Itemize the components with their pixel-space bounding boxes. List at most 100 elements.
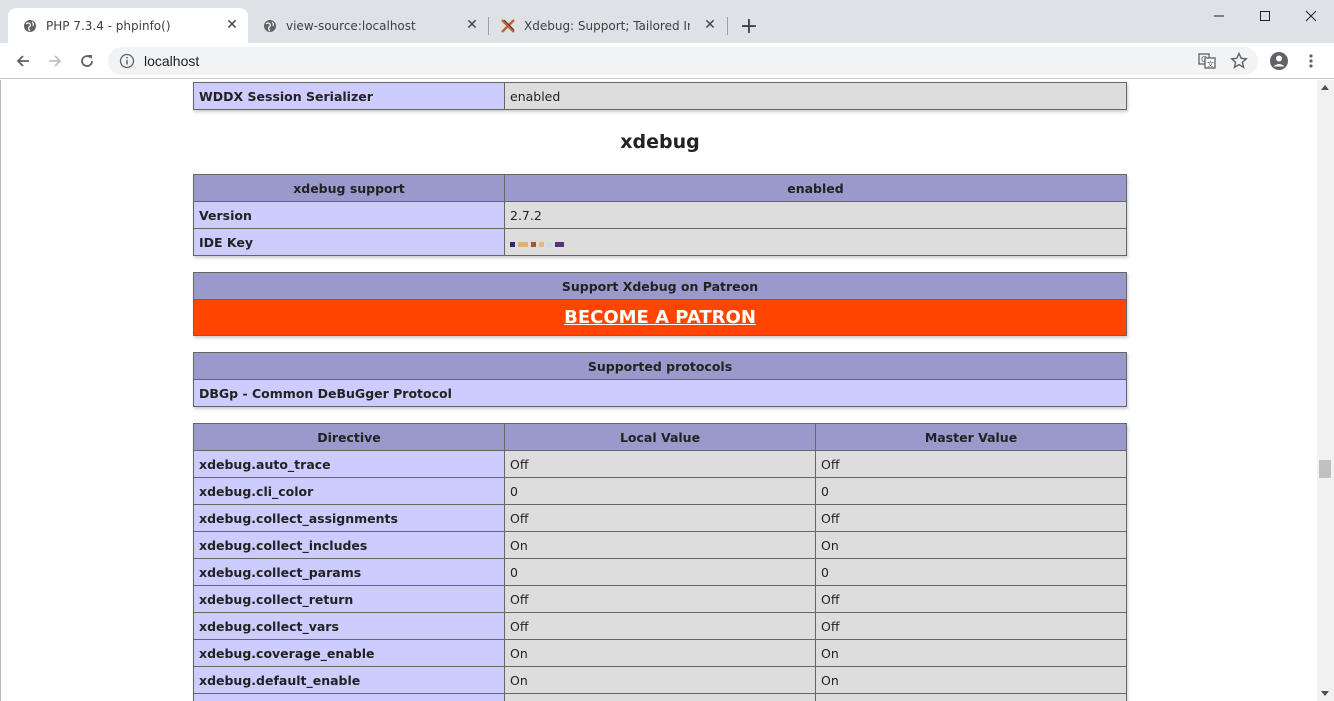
ide-key-block: [547, 241, 552, 247]
close-icon[interactable]: ✕: [224, 17, 240, 33]
tab-title: PHP 7.3.4 - phpinfo(): [46, 18, 171, 33]
table-row: BECOME A PATRON: [193, 299, 1127, 336]
column-header: Directive: [193, 423, 505, 451]
protocols-table: Supported protocols DBGp - Common DeBuGg…: [193, 352, 1127, 407]
master-value: 0: [815, 477, 1127, 505]
ide-key-block: [539, 241, 544, 247]
tab-title: Xdebug: Support; Tailored Installa: [524, 18, 690, 33]
tab-view-source[interactable]: view-source:localhost ✕: [248, 8, 488, 43]
table-row: WDDX Session Serializer enabled: [193, 82, 1127, 110]
address-bar[interactable]: localhost: [108, 47, 1258, 75]
section-heading-xdebug: xdebug: [620, 131, 700, 153]
directive-value: enabled: [504, 82, 1127, 110]
table-row: xdebug.collect_return Off Off: [193, 585, 1127, 613]
local-value: On: [504, 531, 816, 559]
table-row: xdebug.auto_trace Off Off: [193, 450, 1127, 478]
xdebug-support-wrap: xdebug support enabled Version 2.7.2 IDE…: [193, 174, 1127, 256]
column-header: xdebug support: [193, 174, 505, 202]
patreon-header: Support Xdebug on Patreon: [193, 272, 1127, 300]
maximize-icon[interactable]: [1242, 0, 1288, 32]
master-value: [815, 693, 1127, 701]
info-icon[interactable]: [118, 52, 136, 70]
tab-strip: PHP 7.3.4 - phpinfo() ✕ view-source:loca…: [0, 0, 1334, 43]
globe-icon: [262, 18, 278, 34]
protocols-wrap: Supported protocols DBGp - Common DeBuGg…: [193, 352, 1127, 407]
bookmark-star-icon[interactable]: [1226, 48, 1252, 74]
forward-icon[interactable]: [42, 48, 68, 74]
scroll-up-arrow-icon[interactable]: [1321, 85, 1329, 90]
vertical-scrollbar[interactable]: [1317, 80, 1334, 701]
become-patron-link[interactable]: BECOME A PATRON: [564, 307, 756, 328]
directives-wrap: Directive Local Value Master Value xdebu…: [193, 423, 1127, 701]
tab-phpinfo[interactable]: PHP 7.3.4 - phpinfo() ✕: [8, 8, 248, 43]
tab-title: view-source:localhost: [286, 18, 416, 33]
master-value: Off: [815, 504, 1127, 532]
master-value: On: [815, 666, 1127, 694]
directive-name: [193, 693, 505, 701]
directive-name: xdebug.collect_vars: [193, 612, 505, 640]
directive-name: xdebug.collect_params: [193, 558, 505, 586]
local-value: 0: [504, 558, 816, 586]
protocol-name: DBGp - Common DeBuGger Protocol: [193, 379, 1127, 407]
table-row: IDE Key: [193, 228, 1127, 256]
table-row: xdebug.collect_params 0 0: [193, 558, 1127, 586]
table-row: DBGp - Common DeBuGger Protocol: [193, 379, 1127, 407]
directive-name: xdebug.coverage_enable: [193, 639, 505, 667]
local-value: Off: [504, 612, 816, 640]
patron-cell: BECOME A PATRON: [193, 299, 1127, 336]
table-row: [193, 693, 1127, 701]
directive-name: xdebug.auto_trace: [193, 450, 505, 478]
column-header: Local Value: [504, 423, 816, 451]
browser-toolbar: localhost G文: [0, 43, 1334, 79]
directive-name: xdebug.collect_return: [193, 585, 505, 613]
local-value: 0: [504, 477, 816, 505]
ide-key-redacted-graphic: [510, 241, 564, 247]
master-value: 0: [815, 558, 1127, 586]
wddx-table-wrap: WDDX Session Serializer enabled: [193, 82, 1127, 110]
wddx-table: WDDX Session Serializer enabled: [193, 82, 1127, 110]
table-header-row: Support Xdebug on Patreon: [193, 272, 1127, 300]
patreon-wrap: Support Xdebug on Patreon BECOME A PATRO…: [193, 272, 1127, 336]
url-text: localhost: [144, 53, 200, 69]
master-value: Off: [815, 585, 1127, 613]
local-value: Off: [504, 585, 816, 613]
ide-key-block: [531, 241, 536, 247]
new-tab-button[interactable]: +: [737, 14, 761, 39]
master-value: Off: [815, 612, 1127, 640]
close-window-icon[interactable]: [1288, 0, 1334, 32]
menu-icon[interactable]: [1298, 48, 1324, 74]
tab-xdebug[interactable]: Xdebug: Support; Tailored Installa ✕: [486, 8, 726, 43]
close-icon[interactable]: ✕: [702, 17, 718, 33]
scrollbar-thumb[interactable]: [1319, 460, 1331, 478]
table-row: Version 2.7.2: [193, 201, 1127, 229]
master-value: Off: [815, 450, 1127, 478]
column-header: enabled: [504, 174, 1127, 202]
close-icon[interactable]: ✕: [464, 17, 480, 33]
local-value: On: [504, 639, 816, 667]
column-header: Master Value: [815, 423, 1127, 451]
ide-key-block: [518, 241, 528, 247]
local-value: On: [504, 666, 816, 694]
back-icon[interactable]: [10, 48, 36, 74]
xdebug-icon: [500, 18, 516, 34]
master-value: On: [815, 531, 1127, 559]
page-viewport: WDDX Session Serializer enabled xdebug x…: [0, 80, 1317, 701]
ide-key-value: [504, 228, 1127, 256]
directive-name: xdebug.default_enable: [193, 666, 505, 694]
table-row: xdebug.collect_vars Off Off: [193, 612, 1127, 640]
reload-icon[interactable]: [74, 48, 100, 74]
xdebug-support-table: xdebug support enabled Version 2.7.2 IDE…: [193, 174, 1127, 256]
directive-name: xdebug.cli_color: [193, 477, 505, 505]
directives-table: Directive Local Value Master Value xdebu…: [193, 423, 1127, 701]
ide-key-block: [555, 241, 564, 247]
minimize-icon[interactable]: [1196, 0, 1242, 32]
svg-text:文: 文: [1207, 60, 1214, 69]
patreon-table: Support Xdebug on Patreon BECOME A PATRO…: [193, 272, 1127, 336]
info-label: IDE Key: [193, 228, 505, 256]
tab-separator: [727, 17, 728, 35]
profile-icon[interactable]: [1266, 48, 1292, 74]
translate-icon[interactable]: G文: [1194, 48, 1220, 74]
table-header-row: Supported protocols: [193, 352, 1127, 380]
table-row: xdebug.default_enable On On: [193, 666, 1127, 694]
scroll-down-arrow-icon[interactable]: [1321, 691, 1329, 696]
